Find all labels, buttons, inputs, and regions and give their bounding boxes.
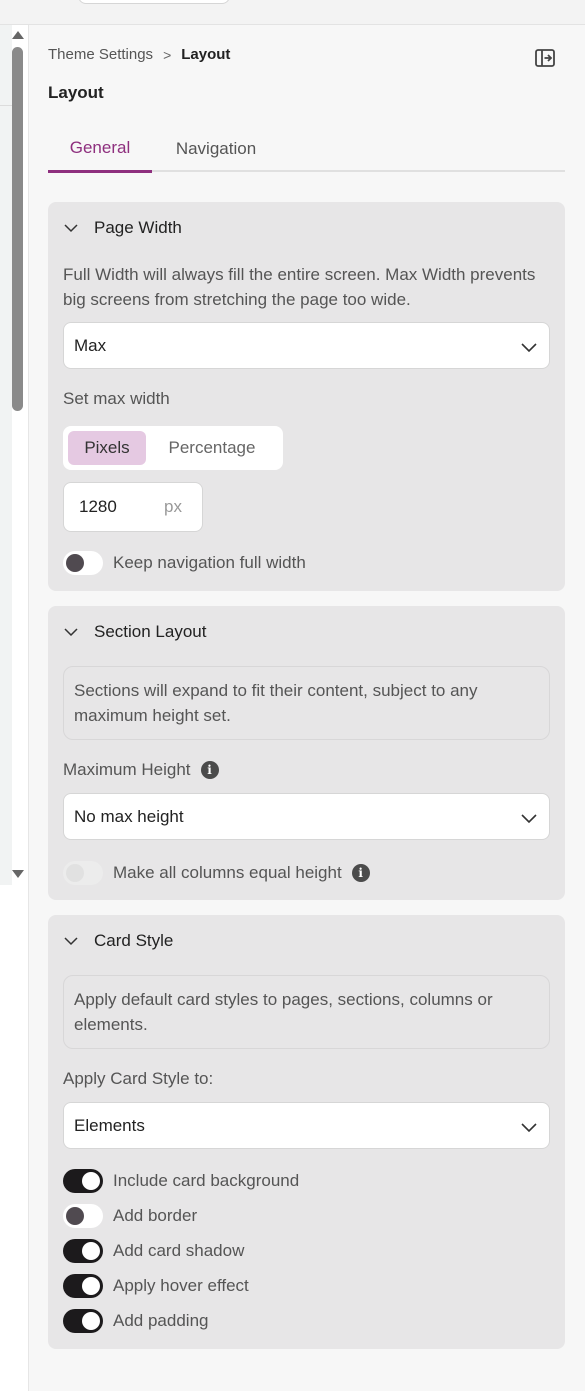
tab-general[interactable]: General bbox=[48, 125, 152, 173]
equal-height-toggle-row[interactable]: Make all columns equal height i bbox=[63, 861, 370, 885]
scrollbar-thumb[interactable] bbox=[12, 47, 23, 411]
max-width-unit: px bbox=[164, 497, 182, 516]
equal-height-label: Make all columns equal height bbox=[113, 863, 342, 882]
max-width-label: Set max width bbox=[63, 389, 170, 408]
add-border-toggle[interactable] bbox=[63, 1204, 103, 1228]
add-card-shadow-toggle-row[interactable]: Add card shadow bbox=[63, 1239, 244, 1263]
chevron-down-icon bbox=[521, 814, 537, 824]
top-strip bbox=[0, 0, 585, 25]
keep-nav-full-width-label: Keep navigation full width bbox=[113, 553, 306, 572]
breadcrumb-parent[interactable]: Theme Settings bbox=[48, 46, 153, 63]
gutter-background bbox=[0, 25, 12, 885]
max-height-select[interactable]: No max height bbox=[63, 793, 550, 840]
unit-segmented-control: Pixels Percentage bbox=[63, 426, 283, 470]
tab-navigation[interactable]: Navigation bbox=[162, 125, 270, 172]
top-input-edge[interactable] bbox=[78, 0, 230, 4]
card-style-card: Card Style Apply default card styles to … bbox=[48, 915, 565, 1349]
apply-card-style-select[interactable]: Elements bbox=[63, 1102, 550, 1149]
breadcrumb: Theme Settings > Layout bbox=[48, 46, 230, 63]
scroll-up-arrow-icon[interactable] bbox=[12, 31, 24, 39]
add-border-label: Add border bbox=[113, 1206, 198, 1225]
add-card-shadow-label: Add card shadow bbox=[113, 1241, 245, 1260]
max-height-select-value: No max height bbox=[74, 806, 184, 826]
apply-card-style-label: Apply Card Style to: bbox=[63, 1069, 214, 1088]
page-title: Layout bbox=[48, 83, 104, 102]
include-card-background-label: Include card background bbox=[113, 1171, 300, 1190]
apply-hover-effect-toggle-row[interactable]: Apply hover effect bbox=[63, 1274, 249, 1298]
add-border-toggle-row[interactable]: Add border bbox=[63, 1204, 197, 1228]
section-layout-card: Section Layout Sections will expand to f… bbox=[48, 606, 565, 900]
add-padding-toggle-row[interactable]: Add padding bbox=[63, 1309, 208, 1333]
info-icon[interactable]: i bbox=[351, 864, 370, 882]
unit-option-percentage[interactable]: Percentage bbox=[146, 431, 278, 465]
section-layout-info: Sections will expand to fit their conten… bbox=[63, 666, 550, 740]
keep-nav-full-width-toggle[interactable] bbox=[63, 551, 103, 575]
add-padding-toggle[interactable] bbox=[63, 1309, 103, 1333]
section-layout-title: Section Layout bbox=[94, 622, 207, 641]
settings-panel: Theme Settings > Layout Layout General N… bbox=[30, 25, 585, 1391]
max-width-value: 1280 bbox=[79, 497, 117, 516]
chevron-down-icon bbox=[521, 1123, 537, 1133]
tab-bar: General Navigation bbox=[48, 125, 565, 173]
page-width-description: Full Width will always fill the entire s… bbox=[63, 265, 536, 309]
add-padding-label: Add padding bbox=[113, 1311, 209, 1330]
include-card-background-toggle-row[interactable]: Include card background bbox=[63, 1169, 299, 1193]
chevron-down-icon bbox=[64, 937, 78, 946]
section-layout-header[interactable]: Section Layout bbox=[64, 622, 206, 642]
apply-card-style-value: Elements bbox=[74, 1115, 145, 1135]
equal-height-toggle[interactable] bbox=[63, 861, 103, 885]
apply-hover-effect-label: Apply hover effect bbox=[113, 1276, 249, 1295]
scroll-down-arrow-icon[interactable] bbox=[12, 870, 24, 878]
page-width-card: Page Width Full Width will always fill t… bbox=[48, 202, 565, 591]
keep-nav-full-width-toggle-row[interactable]: Keep navigation full width bbox=[63, 551, 306, 575]
unit-option-pixels[interactable]: Pixels bbox=[68, 431, 146, 465]
info-icon[interactable]: i bbox=[200, 761, 219, 779]
chevron-right-icon: > bbox=[163, 46, 172, 63]
max-height-label-text: Maximum Height bbox=[63, 760, 191, 779]
page-width-header[interactable]: Page Width bbox=[64, 218, 182, 238]
card-style-info: Apply default card styles to pages, sect… bbox=[63, 975, 550, 1049]
chevron-down-icon bbox=[521, 343, 537, 353]
max-height-label: Maximum Height i bbox=[63, 760, 219, 780]
page-width-select-value: Max bbox=[74, 335, 107, 355]
left-gutter bbox=[0, 25, 29, 1391]
gutter-divider bbox=[0, 105, 12, 106]
card-style-header[interactable]: Card Style bbox=[64, 931, 173, 951]
chevron-down-icon bbox=[64, 224, 78, 233]
collapse-panel-icon[interactable] bbox=[534, 47, 556, 69]
page-width-select[interactable]: Max bbox=[63, 322, 550, 369]
chevron-down-icon bbox=[64, 628, 78, 637]
add-card-shadow-toggle[interactable] bbox=[63, 1239, 103, 1263]
max-width-input[interactable]: 1280 px bbox=[63, 482, 203, 532]
apply-hover-effect-toggle[interactable] bbox=[63, 1274, 103, 1298]
breadcrumb-current: Layout bbox=[181, 46, 231, 63]
card-style-title: Card Style bbox=[94, 931, 174, 950]
include-card-background-toggle[interactable] bbox=[63, 1169, 103, 1193]
page-width-title: Page Width bbox=[94, 218, 182, 237]
